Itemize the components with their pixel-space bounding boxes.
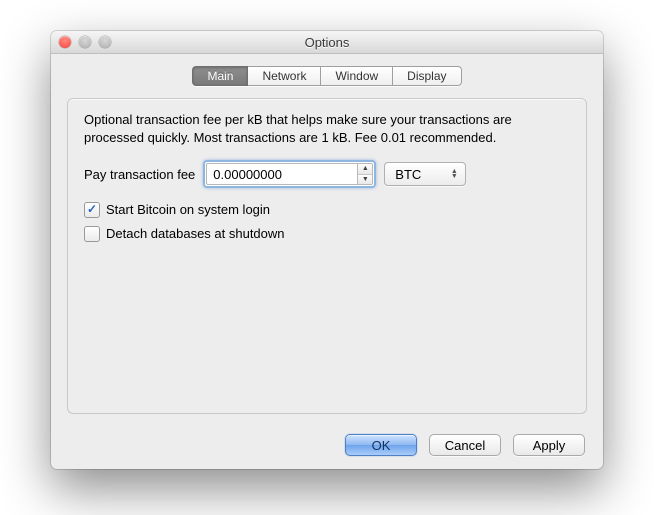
fee-description: Optional transaction fee per kB that hel… <box>84 111 570 146</box>
titlebar[interactable]: Options <box>51 31 603 54</box>
fee-unit-select[interactable]: BTC ▲▼ <box>384 162 466 186</box>
tab-main[interactable]: Main <box>192 66 248 86</box>
fee-step-down-icon[interactable]: ▼ <box>358 175 372 185</box>
tab-network[interactable]: Network <box>248 66 321 86</box>
options-window: Options Main Network Window Display Opti… <box>51 31 603 469</box>
start-on-login-label: Start Bitcoin on system login <box>106 200 270 220</box>
zoom-icon[interactable] <box>99 36 111 48</box>
cancel-button[interactable]: Cancel <box>429 434 501 456</box>
fee-input[interactable] <box>206 163 357 185</box>
tab-bar: Main Network Window Display <box>65 66 589 86</box>
tab-window[interactable]: Window <box>321 66 393 86</box>
apply-button[interactable]: Apply <box>513 434 585 456</box>
fee-label: Pay transaction fee <box>84 167 195 182</box>
tab-display[interactable]: Display <box>393 66 461 86</box>
fee-spinbox[interactable]: ▲ ▼ <box>203 160 376 188</box>
fee-unit-value: BTC <box>395 167 421 182</box>
detach-db-checkbox[interactable] <box>84 226 100 242</box>
ok-button[interactable]: OK <box>345 434 417 456</box>
main-panel: Optional transaction fee per kB that hel… <box>67 98 587 414</box>
fee-step-up-icon[interactable]: ▲ <box>358 164 372 175</box>
close-icon[interactable] <box>59 36 71 48</box>
detach-db-label: Detach databases at shutdown <box>106 224 285 244</box>
chevron-up-down-icon: ▲▼ <box>447 169 461 179</box>
minimize-icon[interactable] <box>79 36 91 48</box>
start-on-login-checkbox[interactable] <box>84 202 100 218</box>
window-title: Options <box>51 35 603 50</box>
